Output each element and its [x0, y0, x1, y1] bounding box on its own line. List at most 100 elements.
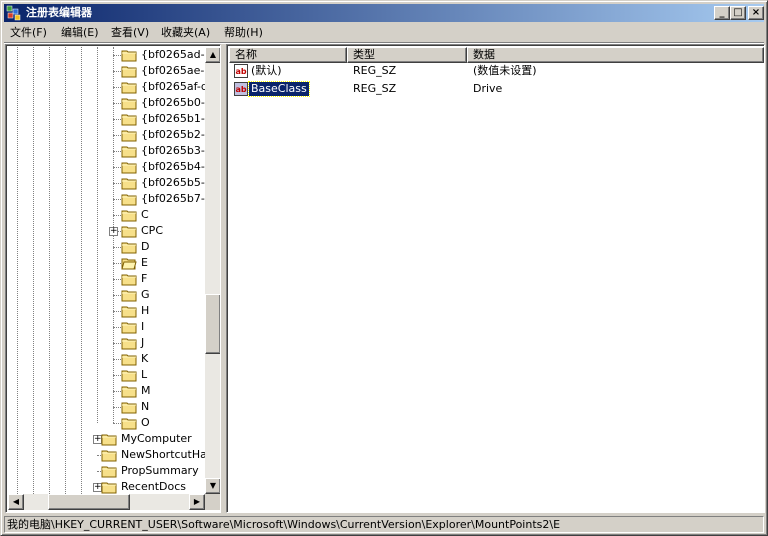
tree-item-label: M [141, 384, 151, 397]
menu-edit[interactable]: 编辑(E) [61, 25, 99, 41]
scroll-down-arrow-icon[interactable]: ▼ [205, 478, 220, 494]
tree-item[interactable]: N [8, 399, 205, 415]
tree-horizontal-scrollbar[interactable]: ◀ ▶ [8, 494, 205, 510]
tree-item[interactable]: {bf0265b1-d2 [8, 111, 205, 127]
tree-item[interactable]: {bf0265b0-d2 [8, 95, 205, 111]
tree-item[interactable]: + RecentDocs [8, 479, 205, 494]
maximize-button[interactable]: □ [730, 6, 746, 20]
tree-item-label: E [141, 256, 148, 269]
folder-icon [121, 144, 137, 158]
tree-item[interactable]: L [8, 367, 205, 383]
tree-item[interactable]: {bf0265b7-d2 [8, 191, 205, 207]
tree-item[interactable]: G [8, 287, 205, 303]
value-type: REG_SZ [353, 82, 397, 95]
tree-connector [113, 247, 121, 248]
key-tree-pane[interactable]: {bf0265ad-d2 {bf0265ae-d2 {bf0265af-d2 {bf0… [5, 44, 221, 513]
tree-vertical-scrollbar[interactable]: ▲ ▼ [205, 47, 220, 494]
tree-item-label: F [141, 272, 148, 285]
folder-icon [121, 320, 137, 334]
regedit-app-icon [6, 5, 21, 21]
tree-item[interactable]: K [8, 351, 205, 367]
value-name: BaseClass [248, 81, 310, 97]
tree-item-label: NewShortcutHand [121, 448, 205, 461]
tree-item-label: H [141, 304, 150, 317]
folder-icon [121, 176, 137, 190]
minimize-button[interactable]: _ [714, 6, 730, 20]
folder-icon [121, 80, 137, 94]
close-button[interactable]: × [748, 6, 764, 20]
tree-item-label: K [141, 352, 149, 365]
tree-item-label: D [141, 240, 150, 253]
folder-icon [121, 368, 137, 382]
tree-item[interactable]: {bf0265af-d2 [8, 79, 205, 95]
tree-connector [113, 327, 121, 328]
tree-item[interactable]: PropSummary [8, 463, 205, 479]
tree-item[interactable]: NewShortcutHand [8, 447, 205, 463]
menu-favorites[interactable]: 收藏夹(A) [161, 25, 210, 41]
tree-item[interactable]: {bf0265ad-d2 [8, 47, 205, 63]
folder-icon [121, 416, 137, 430]
expand-plus-icon[interactable]: + [109, 227, 118, 236]
title-bar[interactable]: 注册表编辑器 _ □ × [4, 4, 764, 22]
tree-item[interactable]: M [8, 383, 205, 399]
tree-item[interactable]: {bf0265b5-d2 [8, 175, 205, 191]
tree-item-label: {bf0265ad-d2 [141, 48, 205, 61]
tree-item[interactable]: {bf0265ae-d2 [8, 63, 205, 79]
registry-editor-window: 注册表编辑器 _ □ × 文件(F) 编辑(E) 查看(V) 收藏夹(A) 帮助… [0, 0, 768, 536]
scroll-up-arrow-icon[interactable]: ▲ [205, 47, 220, 63]
tree-item-label: {bf0265b5-d2 [141, 176, 205, 189]
menu-help[interactable]: 帮助(H) [224, 25, 263, 41]
column-header-type[interactable]: 类型 [347, 47, 467, 63]
tree-item[interactable]: {bf0265b4-d2 [8, 159, 205, 175]
folder-icon [121, 192, 137, 206]
tree-connector [113, 55, 121, 56]
open-folder-icon [121, 256, 137, 270]
value-list-pane[interactable]: 名称 类型 数据 ab (默认) REG_SZ (数值未设置) ab BaseC… [226, 44, 765, 513]
tree-item[interactable]: O [8, 415, 205, 431]
key-tree[interactable]: {bf0265ad-d2 {bf0265ae-d2 {bf0265af-d2 {bf0… [8, 47, 205, 494]
folder-icon [121, 64, 137, 78]
tree-item[interactable]: + CPC [8, 223, 205, 239]
menu-file[interactable]: 文件(F) [10, 25, 47, 41]
folder-icon [121, 288, 137, 302]
tree-item[interactable]: H [8, 303, 205, 319]
tree-item-label: N [141, 400, 150, 413]
tree-item[interactable]: {bf0265b3-d2 [8, 143, 205, 159]
scroll-left-arrow-icon[interactable]: ◀ [8, 494, 24, 510]
tree-item-label: {bf0265af-d2 [141, 80, 205, 93]
tree-item[interactable]: {bf0265b2-d2 [8, 127, 205, 143]
value-row[interactable]: ab (默认) REG_SZ (数值未设置) [229, 63, 764, 79]
tree-item[interactable]: J [8, 335, 205, 351]
tree-item[interactable]: F [8, 271, 205, 287]
menu-view[interactable]: 查看(V) [111, 25, 149, 41]
tree-item[interactable]: I [8, 319, 205, 335]
tree-item[interactable]: E [8, 255, 205, 271]
tree-connector [113, 359, 121, 360]
folder-icon [121, 352, 137, 366]
svg-text:ab: ab [236, 85, 247, 94]
tree-item-label: {bf0265ae-d2 [141, 64, 205, 77]
column-header-name[interactable]: 名称 [229, 47, 347, 63]
tree-item[interactable]: + MyComputer [8, 431, 205, 447]
folder-icon [121, 304, 137, 318]
vertical-scroll-thumb[interactable] [205, 294, 220, 354]
tree-connector [113, 151, 121, 152]
tree-item-label: J [141, 336, 145, 349]
tree-item-label: {bf0265b2-d2 [141, 128, 205, 141]
value-row-selected[interactable]: ab BaseClass REG_SZ Drive [229, 81, 764, 97]
string-value-icon: ab [234, 82, 248, 96]
tree-item[interactable]: D [8, 239, 205, 255]
folder-icon [101, 480, 117, 494]
scroll-right-arrow-icon[interactable]: ▶ [189, 494, 205, 510]
tree-connector [113, 87, 121, 88]
folder-icon [121, 384, 137, 398]
tree-item-label: RecentDocs [121, 480, 186, 493]
tree-item[interactable]: C [8, 207, 205, 223]
folder-icon [121, 96, 137, 110]
folder-icon [101, 464, 117, 478]
horizontal-scroll-thumb[interactable] [48, 494, 130, 510]
tree-connector [113, 71, 121, 72]
tree-item-label: {bf0265b3-d2 [141, 144, 205, 157]
column-header-data[interactable]: 数据 [467, 47, 764, 63]
tree-connector [113, 183, 121, 184]
